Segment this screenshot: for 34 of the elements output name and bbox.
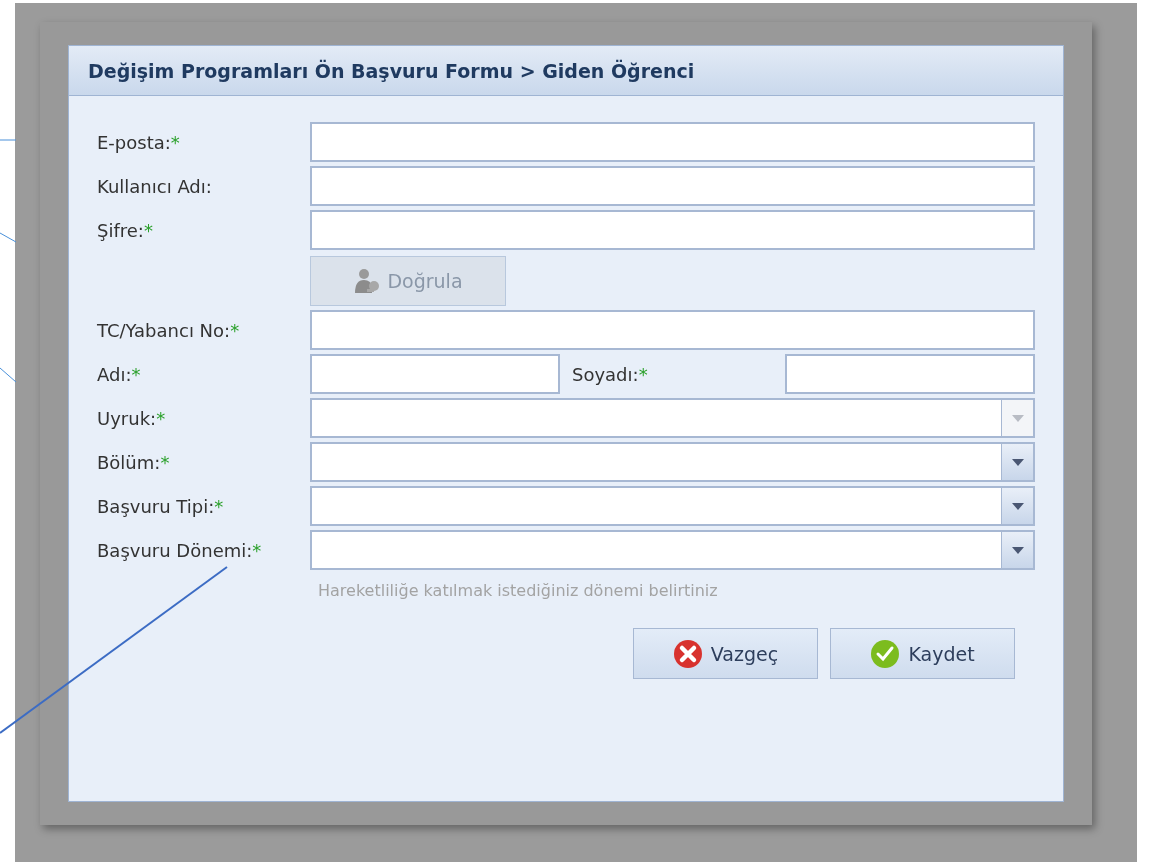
field-label: Adı:* — [97, 363, 142, 385]
field-label: Başvuru Dönemi:* — [97, 539, 263, 561]
field-label: Bölüm:* — [97, 451, 171, 473]
save-button[interactable]: Kaydet — [830, 628, 1015, 679]
leader-line — [0, 232, 17, 243]
field-label: Şifre:* — [97, 219, 154, 241]
input-field[interactable] — [785, 354, 1035, 394]
close-icon — [672, 638, 703, 669]
input-field[interactable] — [310, 210, 1035, 250]
field-label: Soyadı:* — [571, 363, 649, 385]
user-key-icon — [353, 267, 382, 295]
input-field[interactable] — [310, 166, 1035, 206]
hint-text: Hareketliliğe katılmak istediğiniz dönemi belirtiniz — [318, 580, 718, 600]
input-field[interactable] — [310, 310, 1035, 350]
field-label: Başvuru Tipi:* — [97, 495, 225, 517]
dropdown-field[interactable] — [310, 486, 1035, 526]
dialog-title: Değişim Programları Ön Başvuru Formu > Giden Öğrenci — [88, 59, 695, 82]
dropdown-field[interactable] — [310, 530, 1035, 570]
input-field[interactable] — [310, 354, 560, 394]
cancel-button[interactable]: Vazgeç — [633, 628, 818, 679]
dropdown-arrow-icon — [1011, 458, 1024, 466]
dropdown-field[interactable] — [310, 442, 1035, 482]
checkmark-icon — [870, 638, 901, 669]
field-label: Uyruk:* — [97, 407, 167, 429]
leader-line — [0, 139, 17, 141]
input-field[interactable] — [310, 122, 1035, 162]
field-label: E-posta:* — [97, 131, 181, 153]
leader-line — [0, 367, 17, 383]
dropdown-arrow-icon — [1011, 546, 1024, 554]
field-label: Kullanıcı Adı: — [97, 175, 213, 197]
dropdown-arrow-icon — [1011, 414, 1024, 422]
field-label: TC/Yabancı No:* — [97, 319, 241, 341]
dropdown-field[interactable] — [310, 398, 1035, 438]
dropdown-arrow-icon — [1011, 502, 1024, 510]
